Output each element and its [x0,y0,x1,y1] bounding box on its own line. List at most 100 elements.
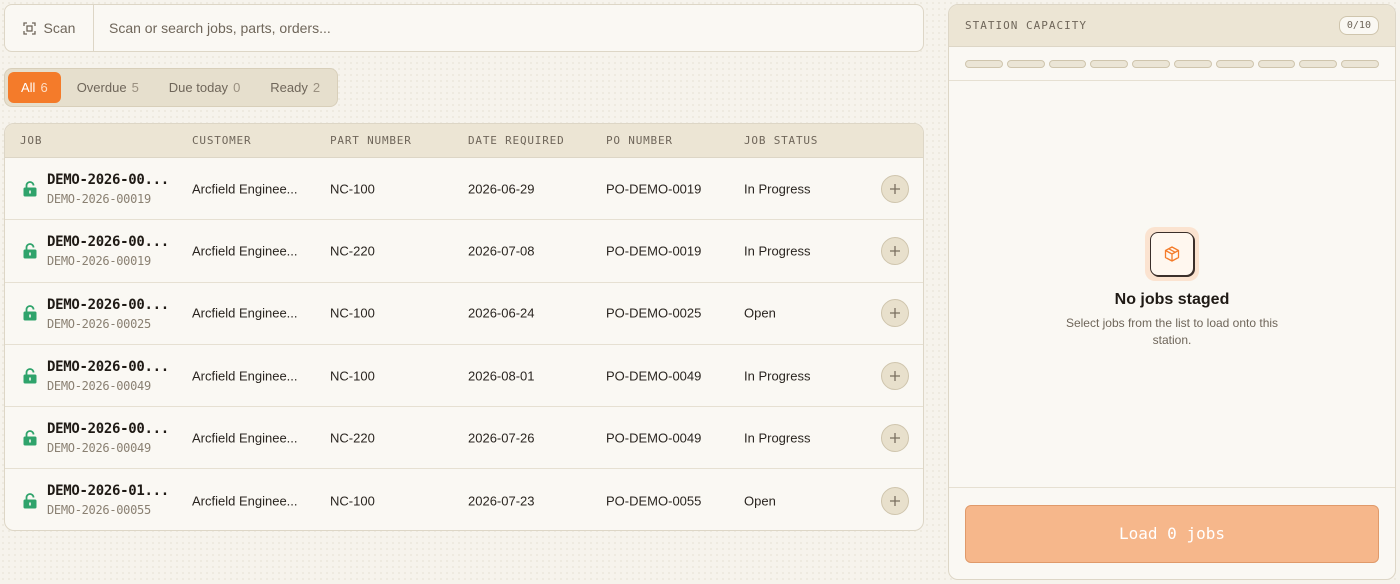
plus-icon [890,308,900,319]
part-number-cell: NC-100 [330,181,375,197]
tab-label: Overdue [76,80,127,95]
capacity-slot [1132,59,1170,68]
job-cell: DEMO-2026-00... DEMO-2026-00019 [47,172,169,206]
table-body: DEMO-2026-00... DEMO-2026-00019 Arcfield… [5,158,923,530]
capacity-slot [1215,59,1254,68]
date-required-cell: 2026-06-24 [468,305,535,321]
capacity-badge: 0/10 [1338,16,1379,35]
job-cell: DEMO-2026-00... DEMO-2026-00049 [47,421,169,455]
date-required-cell: 2026-07-23 [468,493,535,509]
date-required-cell: 2026-08-01 [468,368,535,384]
job-number[interactable]: DEMO-2026-01... [47,483,169,499]
job-status-cell: In Progress [744,368,811,384]
capacity-slot [1048,59,1087,68]
job-number[interactable]: DEMO-2026-00... [47,421,169,437]
tab-ready[interactable]: Ready 2 [256,72,334,103]
scan-icon [22,21,36,35]
panel-footer: Load 0 jobs [949,487,1395,579]
scan-label: Scan [43,20,76,36]
tab-all[interactable]: All 6 [8,72,61,103]
column-header-customer[interactable]: CUSTOMER [192,134,251,147]
tab-label: Due today [168,80,229,95]
scan-button[interactable]: Scan [5,5,94,51]
table-row[interactable]: DEMO-2026-00... DEMO-2026-00049 Arcfield… [5,407,923,470]
job-subtitle: DEMO-2026-00025 [47,316,151,331]
lock-open-icon [23,367,37,384]
part-number-cell: NC-100 [330,368,375,384]
package-icon [1150,232,1194,276]
po-number-cell: PO-DEMO-0055 [606,493,702,509]
tab-label: All [21,80,36,95]
station-capacity-panel: STATION CAPACITY 0/10 No jobs staged Sel… [948,4,1396,580]
add-job-button[interactable] [881,299,909,328]
job-cell: DEMO-2026-00... DEMO-2026-00025 [47,297,169,331]
job-cell: DEMO-2026-00... DEMO-2026-00019 [47,234,169,268]
add-job-button[interactable] [881,236,909,265]
part-number-cell: NC-220 [330,430,375,446]
job-status-cell: In Progress [744,181,811,197]
add-job-button[interactable] [881,174,909,203]
lock-open-icon [23,429,37,446]
tab-overdue[interactable]: Overdue 5 [63,72,153,103]
panel-title: STATION CAPACITY [965,19,1087,32]
filter-tabs: All 6 Overdue 5 Due today 0 Ready 2 [4,68,339,107]
customer-cell: Arcfield Enginee... [192,243,298,259]
table-row[interactable]: DEMO-2026-00... DEMO-2026-00049 Arcfield… [5,345,923,408]
job-subtitle: DEMO-2026-00055 [47,503,151,518]
column-header-job[interactable]: JOB [20,134,42,147]
date-required-cell: 2026-07-08 [468,243,535,259]
panel-header: STATION CAPACITY 0/10 [949,5,1395,47]
part-number-cell: NC-100 [330,493,375,509]
date-required-cell: 2026-07-26 [468,430,535,446]
lock-open-icon [23,243,37,259]
table-row[interactable]: DEMO-2026-00... DEMO-2026-00025 Arcfield… [5,283,923,345]
plus-icon [890,432,900,443]
capacity-slot [1090,59,1129,68]
column-header-po-number[interactable]: PO NUMBER [606,134,673,147]
tab-due-today[interactable]: Due today 0 [155,72,255,103]
add-job-button[interactable] [881,486,909,515]
capacity-slots [949,47,1395,81]
job-number[interactable]: DEMO-2026-00... [47,359,169,375]
add-job-button[interactable] [881,361,909,390]
job-subtitle: DEMO-2026-00019 [47,254,151,269]
capacity-slot [1173,59,1212,68]
capacity-slot [1299,59,1338,68]
tab-count: 2 [312,80,321,95]
job-status-cell: Open [744,305,776,321]
table-row[interactable]: DEMO-2026-00... DEMO-2026-00019 Arcfield… [5,220,923,283]
capacity-slot [965,59,1003,68]
plus-icon [890,370,900,381]
empty-icon-wrap [1145,227,1199,281]
job-number[interactable]: DEMO-2026-00... [47,172,169,188]
lock-open-icon [23,305,37,321]
table-row[interactable]: DEMO-2026-00... DEMO-2026-00019 Arcfield… [5,158,923,221]
customer-cell: Arcfield Enginee... [192,181,298,197]
job-status-cell: In Progress [744,243,811,259]
column-header-date-required[interactable]: DATE REQUIRED [468,134,565,147]
po-number-cell: PO-DEMO-0049 [606,368,702,384]
job-subtitle: DEMO-2026-00049 [47,441,151,456]
job-subtitle: DEMO-2026-00049 [47,378,151,393]
table-row[interactable]: DEMO-2026-01... DEMO-2026-00055 Arcfield… [5,469,923,530]
add-job-button[interactable] [881,423,909,452]
job-number[interactable]: DEMO-2026-00... [47,234,169,250]
job-status-cell: In Progress [744,430,811,446]
customer-cell: Arcfield Enginee... [192,305,298,321]
job-cell: DEMO-2026-00... DEMO-2026-00049 [47,359,169,393]
tab-count: 5 [131,80,139,95]
column-header-job-status[interactable]: JOB STATUS [744,134,818,147]
capacity-slot [1257,59,1296,68]
part-number-cell: NC-220 [330,243,375,259]
search-input[interactable] [94,5,923,51]
tab-label: Ready [270,80,308,95]
empty-state-title: No jobs staged [1114,291,1230,308]
tab-count: 6 [40,80,48,95]
plus-icon [890,183,900,194]
load-jobs-button[interactable]: Load 0 jobs [965,504,1379,563]
column-header-part-number[interactable]: PART NUMBER [330,134,412,147]
jobs-table: JOB CUSTOMER PART NUMBER DATE REQUIRED P… [4,123,924,531]
job-number[interactable]: DEMO-2026-00... [47,297,169,313]
table-header: JOB CUSTOMER PART NUMBER DATE REQUIRED P… [5,124,923,158]
po-number-cell: PO-DEMO-0049 [606,430,702,446]
